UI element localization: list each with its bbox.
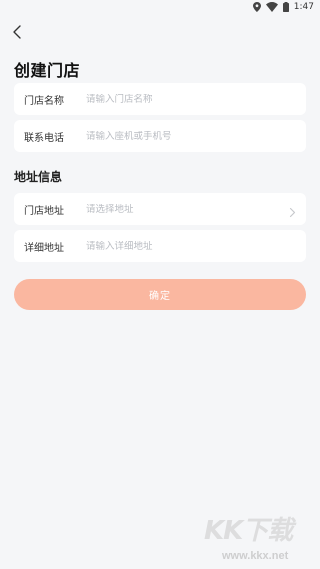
detail-address-label: 详细地址 bbox=[24, 242, 64, 254]
store-name-label: 门店名称 bbox=[24, 95, 64, 107]
store-name-row: 门店名称 bbox=[14, 83, 306, 115]
wifi-icon bbox=[265, 2, 278, 12]
watermark-url: www.kkx.net bbox=[222, 550, 289, 562]
phone-input[interactable] bbox=[86, 130, 286, 142]
detail-address-input[interactable] bbox=[86, 240, 286, 252]
phone-row: 联系电话 bbox=[14, 120, 306, 152]
status-bar: 1:47 bbox=[0, 0, 320, 16]
back-button[interactable] bbox=[8, 24, 26, 42]
chevron-left-icon bbox=[12, 24, 22, 43]
page-title: 创建门店 bbox=[14, 61, 81, 80]
detail-address-row: 详细地址 bbox=[14, 230, 306, 262]
phone-label: 联系电话 bbox=[24, 132, 64, 144]
battery-icon bbox=[282, 2, 289, 12]
confirm-button[interactable]: 确定 bbox=[14, 279, 306, 310]
address-section-title: 地址信息 bbox=[14, 170, 63, 184]
status-icons: 1:47 bbox=[252, 2, 314, 12]
store-address-select[interactable] bbox=[86, 203, 286, 215]
location-icon bbox=[252, 2, 261, 12]
clock-time: 1:47 bbox=[293, 2, 314, 12]
store-address-label: 门店地址 bbox=[24, 205, 64, 217]
watermark-logo: KK下载 bbox=[204, 516, 293, 546]
watermark: KK下载 www.kkx.net bbox=[204, 510, 318, 568]
store-address-row[interactable]: 门店地址 bbox=[14, 193, 306, 225]
store-name-input[interactable] bbox=[86, 93, 286, 105]
chevron-right-icon bbox=[289, 203, 296, 222]
